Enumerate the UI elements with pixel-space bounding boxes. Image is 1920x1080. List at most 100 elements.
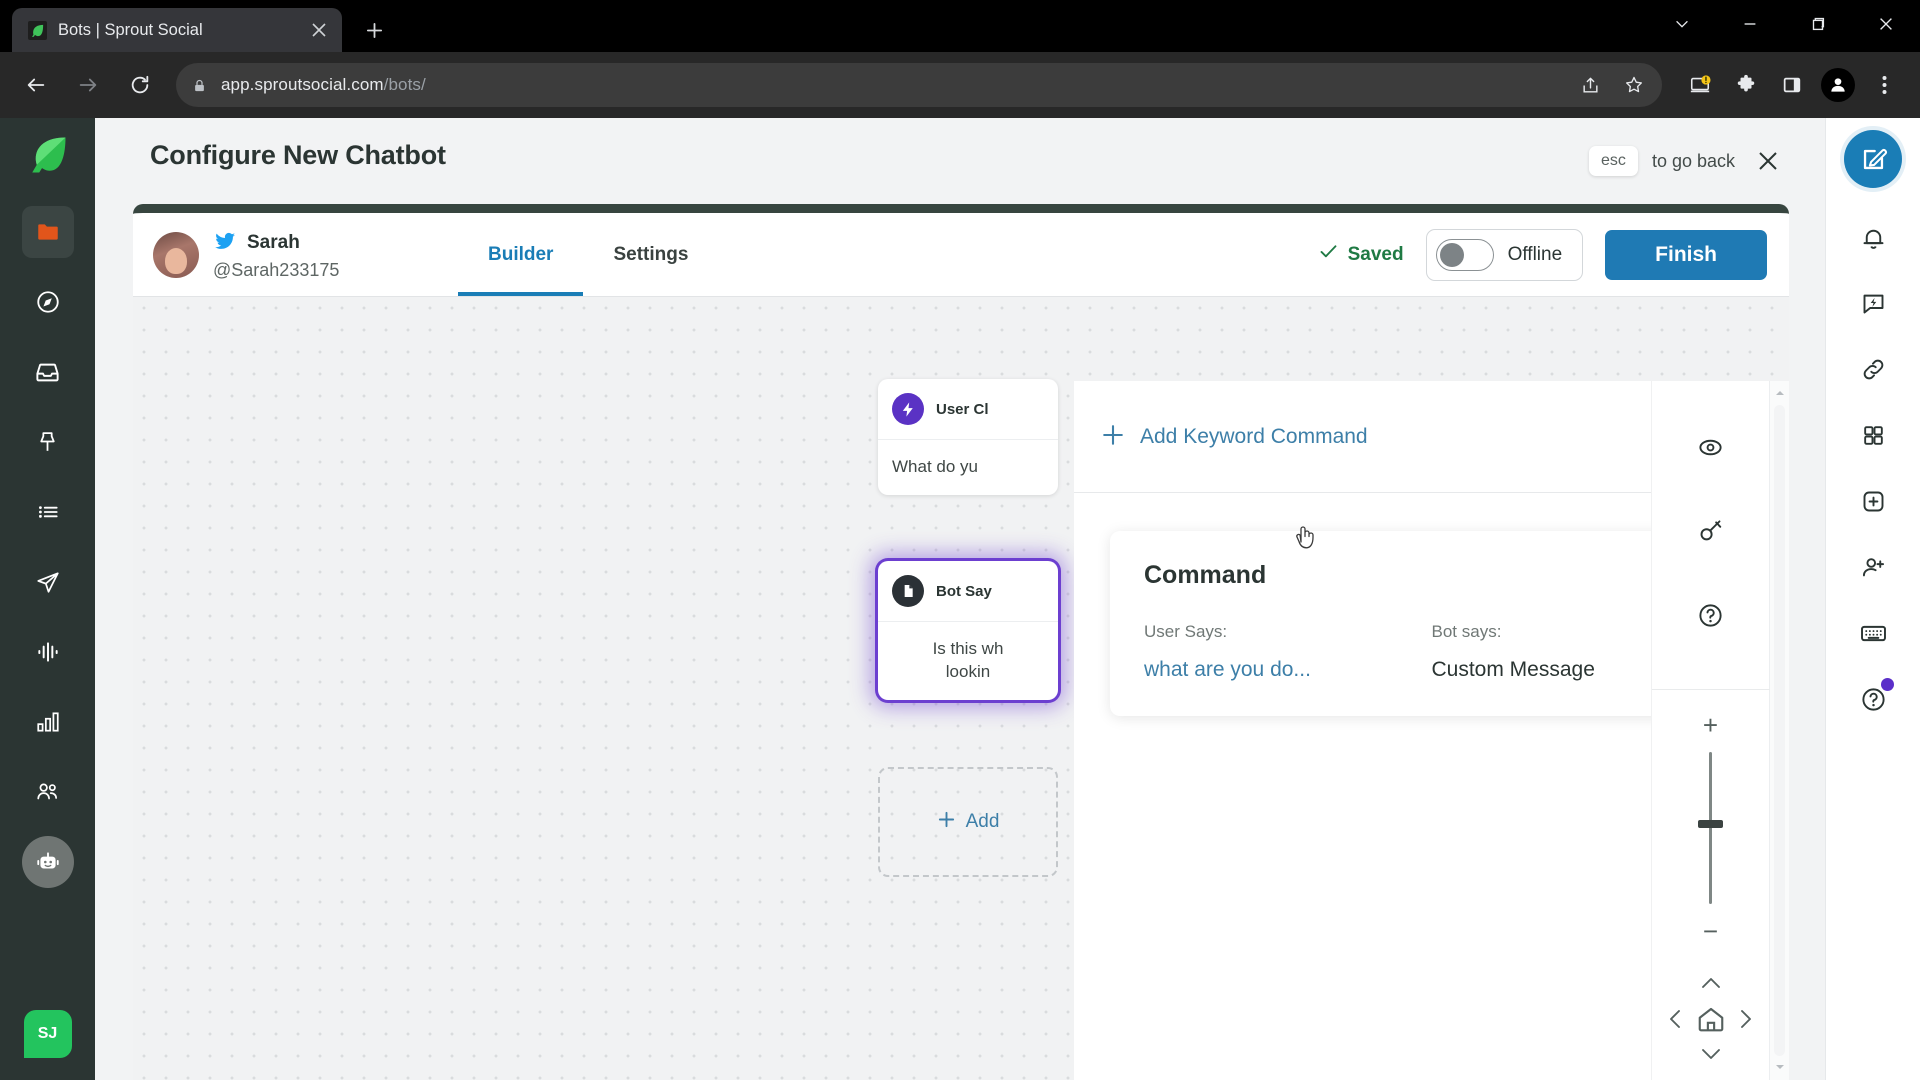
profile-avatar-icon[interactable]	[1816, 63, 1860, 107]
document-icon	[892, 575, 924, 607]
extensions-puzzle-icon[interactable]	[1724, 63, 1768, 107]
star-icon[interactable]	[1614, 65, 1654, 105]
plus-icon	[937, 810, 956, 835]
reload-icon[interactable]	[118, 63, 162, 107]
home-icon[interactable]	[1696, 1004, 1726, 1039]
finish-button[interactable]: Finish	[1605, 229, 1767, 280]
add-node-button[interactable]: Add	[878, 767, 1058, 877]
key-icon[interactable]	[1685, 505, 1737, 557]
browser-menu-icon[interactable]	[1862, 63, 1906, 107]
drawer-scrollbar[interactable]	[1769, 381, 1789, 1080]
check-icon	[1318, 241, 1339, 268]
add-person-icon[interactable]	[1846, 540, 1900, 594]
chevron-up-icon[interactable]	[1701, 976, 1721, 994]
profile-name: Sarah	[247, 232, 300, 253]
notifications-bell-icon[interactable]	[1846, 210, 1900, 264]
chatbot-configuration-card: Sarah @Sarah233175 Builder Settings Save…	[133, 204, 1789, 1080]
profile-meta: Sarah @Sarah233175	[213, 229, 339, 281]
sprout-leaf-icon	[28, 20, 47, 40]
canvas-pan-dpad[interactable]	[1660, 970, 1762, 1072]
preview-eye-icon[interactable]	[1685, 421, 1737, 473]
sidebar-item-publishing[interactable]	[22, 416, 74, 468]
user-clicks-node[interactable]: User Cl What do yu	[878, 379, 1058, 495]
command-card-header: Command	[1144, 561, 1719, 590]
saved-status: Saved	[1318, 241, 1404, 268]
profile-handle: @Sarah233175	[213, 259, 340, 280]
add-node-label: Add	[965, 811, 1000, 832]
sidebar-item-list[interactable]	[22, 486, 74, 538]
online-offline-toggle[interactable]: Offline	[1425, 228, 1584, 281]
sidebar-item-reports[interactable]	[22, 696, 74, 748]
compose-icon[interactable]	[1844, 130, 1902, 188]
toggle-switch[interactable]	[1435, 238, 1494, 271]
sprout-leaf-logo[interactable]	[25, 132, 71, 178]
device-warning-icon[interactable]	[1678, 63, 1722, 107]
avatar	[153, 231, 199, 278]
share-icon[interactable]	[1570, 65, 1610, 105]
browser-navigation-bar: app.sproutsocial.com/bots/	[0, 52, 1920, 118]
user-says-column: User Says: what are you do...	[1144, 622, 1432, 682]
url-domain: app.sproutsocial.com	[221, 75, 384, 94]
maximize-icon[interactable]	[1784, 0, 1852, 48]
bot-says-node[interactable]: Bot Say Is this wh lookin	[878, 561, 1058, 700]
canvas-zoom-control[interactable]: + −	[1698, 712, 1723, 944]
profile-name-row: Sarah	[213, 229, 339, 258]
side-panel-icon[interactable]	[1770, 63, 1814, 107]
chevron-right-icon[interactable]	[1740, 1009, 1753, 1034]
chatbot-builder-canvas[interactable]: User Cl What do yu Bot Say Is this wh lo…	[133, 297, 1789, 1080]
plus-icon[interactable]	[356, 12, 392, 48]
close-icon[interactable]	[306, 17, 332, 43]
add-keyword-command-button[interactable]: Add Keyword Command	[1102, 423, 1368, 451]
sidebar-item-compass[interactable]	[22, 276, 74, 328]
tab-builder[interactable]: Builder	[458, 213, 584, 296]
zoom-in-button[interactable]: +	[1703, 712, 1718, 738]
help-circle-icon[interactable]	[1685, 589, 1737, 641]
grid-apps-icon[interactable]	[1846, 408, 1900, 462]
browser-tabstrip-bar: Bots | Sprout Social	[0, 0, 1920, 52]
chat-lightning-icon[interactable]	[1846, 276, 1900, 330]
chatbot-card-header: Sarah @Sarah233175 Builder Settings Save…	[133, 213, 1789, 297]
forward-arrow-icon[interactable]	[66, 63, 110, 107]
chevron-down-icon[interactable]	[1648, 0, 1716, 48]
sidebar-item-people[interactable]	[22, 766, 74, 818]
user-says-label: User Says:	[1144, 622, 1228, 641]
close-window-icon[interactable]	[1852, 0, 1920, 48]
plus-icon	[1102, 423, 1124, 451]
tab-settings[interactable]: Settings	[583, 213, 718, 296]
main-content-area: Configure New Chatbot esc to go back Sar…	[95, 118, 1825, 1080]
minimize-icon[interactable]	[1716, 0, 1784, 48]
zoom-out-button[interactable]: −	[1703, 918, 1718, 944]
sidebar-item-send[interactable]	[22, 556, 74, 608]
chevron-left-icon[interactable]	[1668, 1009, 1681, 1034]
scrollbar-track[interactable]	[1774, 405, 1785, 1056]
node-header: Bot Say	[878, 561, 1058, 622]
zoom-slider-track[interactable]	[1698, 752, 1723, 904]
command-card-columns: User Says: what are you do... Bot says: …	[1144, 622, 1719, 682]
link-icon[interactable]	[1846, 342, 1900, 396]
help-circle-icon[interactable]	[1846, 672, 1900, 726]
user-initials-avatar[interactable]: SJ	[23, 1010, 72, 1058]
keyboard-icon[interactable]	[1846, 606, 1900, 660]
esc-hint-text: to go back	[1651, 150, 1735, 171]
add-square-icon[interactable]	[1846, 474, 1900, 528]
notification-badge	[1881, 678, 1894, 691]
tool-column-divider	[1651, 689, 1770, 690]
sidebar-item-bots[interactable]	[21, 836, 74, 888]
close-icon[interactable]	[1749, 142, 1787, 180]
canvas-tool-column: + −	[1651, 381, 1770, 1080]
zoom-slider-thumb[interactable]	[1698, 820, 1723, 828]
command-title: Command	[1144, 561, 1267, 589]
address-bar[interactable]: app.sproutsocial.com/bots/	[176, 63, 1662, 107]
chevron-down-icon[interactable]	[1701, 1048, 1721, 1066]
scroll-up-icon[interactable]	[1775, 387, 1785, 399]
sidebar-item-inbox[interactable]	[22, 346, 74, 398]
sidebar-item-folder[interactable]	[21, 206, 74, 258]
scroll-down-icon[interactable]	[1775, 1062, 1785, 1074]
back-arrow-icon[interactable]	[14, 63, 58, 107]
sidebar-item-listening[interactable]	[22, 626, 74, 678]
omnibox-actions	[1570, 65, 1654, 105]
node-header: User Cl	[878, 379, 1058, 440]
browser-tab[interactable]: Bots | Sprout Social	[12, 8, 342, 52]
twitter-icon	[213, 229, 237, 258]
user-says-value[interactable]: what are you do...	[1144, 658, 1432, 682]
